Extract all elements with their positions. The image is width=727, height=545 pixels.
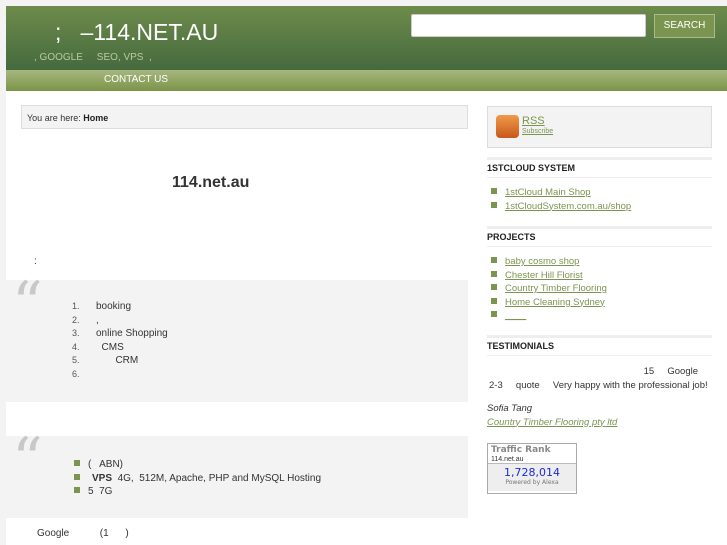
- testimonials-heading: TESTIMONIALS: [487, 335, 712, 356]
- google-text: Google (1 ): [37, 528, 129, 539]
- project-link[interactable]: Chester Hill Florist: [505, 270, 583, 281]
- site-tagline: , GOOGLE SEO, VPS ,: [34, 52, 152, 63]
- testimonial: 15 Google 2-3 quote Very happy with the …: [487, 365, 712, 429]
- list-item: ____: [491, 309, 607, 323]
- project-link[interactable]: ____: [505, 310, 526, 321]
- list-item: Home Cleaning Sydney: [491, 296, 607, 310]
- breadcrumb: You are here: Home: [21, 105, 468, 129]
- alexa-widget[interactable]: Traffic Rank 114.net.au 1,728,014 Powered…: [487, 443, 577, 494]
- testimonial-text: 2-3 quote Very happy with the profession…: [489, 379, 708, 391]
- list-item: baby cosmo shop: [491, 255, 607, 269]
- cloud-heading: 1STCLOUD SYSTEM: [487, 157, 712, 178]
- bullet-icon: [491, 284, 497, 290]
- bullet-icon: [491, 297, 497, 304]
- testimonial-company-link[interactable]: Country Timber Flooring pty ltd: [487, 417, 617, 428]
- bullet-icon: [74, 473, 80, 480]
- cloud-links: 1stCloud Main Shop 1stCloudSystem.com.au…: [491, 186, 631, 213]
- main-nav: CONTACT US: [6, 70, 727, 91]
- breadcrumb-prefix: You are here:: [27, 113, 81, 123]
- testimonial-text: 15 Google: [643, 366, 698, 377]
- list-item: 4. CMS: [72, 341, 124, 353]
- rss-icon[interactable]: [496, 115, 519, 138]
- bullet-icon: [491, 311, 497, 317]
- list-item: ( ABN): [74, 458, 321, 472]
- cloud-link[interactable]: 1stCloud Main Shop: [505, 187, 591, 198]
- project-link[interactable]: Home Cleaning Sydney: [505, 297, 605, 308]
- rss-link[interactable]: RSS: [522, 115, 545, 127]
- list-item: 6.: [72, 368, 80, 379]
- search-button[interactable]: SEARCH: [654, 14, 715, 38]
- list-item: 1. booking: [72, 301, 132, 312]
- projects-heading: PROJECTS: [487, 226, 712, 247]
- page-title: 114.net.au: [172, 174, 250, 191]
- bullet-icon: [491, 257, 497, 263]
- project-link[interactable]: Country Timber Flooring: [505, 283, 607, 294]
- bullet-icon: [491, 270, 497, 277]
- content: You are here: Home 114.net.au : “ 1. book…: [6, 91, 727, 545]
- quote-icon: “: [12, 269, 43, 339]
- hosting-list: ( ABN) VPS 4G, 512M, Apache, PHP and MyS…: [74, 458, 321, 499]
- alexa-title: Traffic Rank: [491, 445, 551, 455]
- site-title[interactable]: ; –114.NET.AU: [55, 19, 218, 46]
- list-item: 2.,: [72, 314, 99, 326]
- testimonial-author: Sofia Tang: [487, 403, 533, 414]
- quote-icon: “: [12, 425, 43, 495]
- intro-text: :: [34, 256, 37, 267]
- list-item: 1stCloudSystem.com.au/shop: [491, 200, 631, 214]
- list-item: 1stCloud Main Shop: [491, 186, 631, 200]
- list-item: VPS 4G, 512M, Apache, PHP and MySQL Host…: [74, 472, 321, 486]
- list-item: 3. online Shopping: [72, 328, 168, 339]
- bullet-icon: [491, 201, 497, 208]
- services-list: 1. booking 2., 3. online Shopping 4. CMS 5…: [72, 300, 168, 381]
- cloud-link[interactable]: 1stCloudSystem.com.au/shop: [505, 201, 631, 212]
- subscribe-link[interactable]: Subscribe: [522, 128, 553, 135]
- bullet-icon: [491, 188, 497, 194]
- rss-widget: RSS Subscribe: [487, 106, 712, 148]
- list-item: Chester Hill Florist: [491, 269, 607, 283]
- nav-contact-us[interactable]: CONTACT US: [104, 74, 168, 85]
- bullet-icon: [74, 460, 80, 466]
- alexa-rank: 1,728,014: [504, 466, 560, 479]
- site-header: ; –114.NET.AU , GOOGLE SEO, VPS , SEARCH: [6, 6, 727, 70]
- project-link[interactable]: baby cosmo shop: [505, 256, 579, 267]
- list-item: 5 7G: [74, 485, 321, 499]
- alexa-powered: Powered by Alexa: [505, 479, 559, 486]
- quote-box-hosting: “ ( ABN) VPS 4G, 512M, Apache, PHP and M…: [6, 430, 468, 518]
- alexa-domain: 114.net.au: [488, 456, 576, 464]
- list-item: 5. CRM: [72, 355, 139, 366]
- breadcrumb-home[interactable]: Home: [83, 113, 108, 123]
- bullet-icon: [74, 487, 80, 493]
- list-item: Country Timber Flooring: [491, 282, 607, 296]
- project-links: baby cosmo shop Chester Hill Florist Cou…: [491, 255, 607, 323]
- quote-box-services: “ 1. booking 2., 3. online Shopping 4. CMS…: [6, 274, 468, 402]
- search-input[interactable]: [411, 14, 646, 37]
